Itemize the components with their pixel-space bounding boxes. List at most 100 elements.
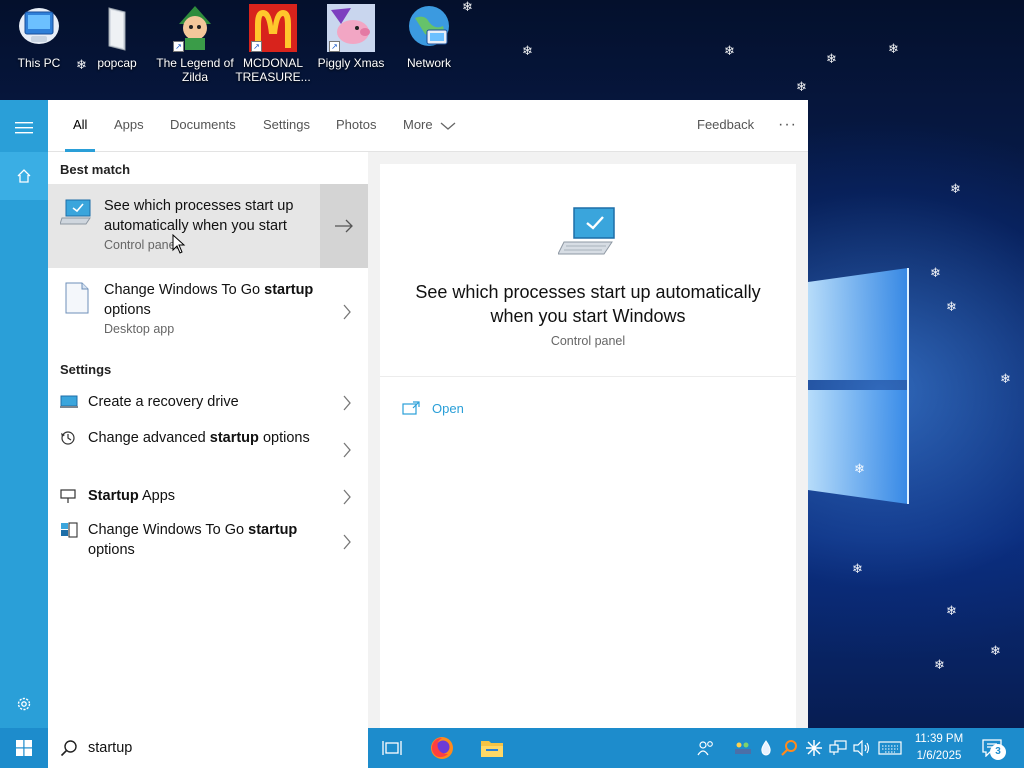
desktop-icon-popcap[interactable]: popcap — [78, 4, 156, 70]
droplet-tray-icon[interactable] — [756, 738, 776, 758]
snowflake: ❄ — [1000, 371, 1011, 386]
setting-windows-to-go-startup[interactable]: Change Windows To Go startup options — [48, 518, 368, 566]
clock-date: 1/6/2025 — [916, 750, 962, 762]
startup-apps-icon — [60, 489, 76, 503]
best-match-result[interactable]: See which processes start up automatical… — [48, 184, 368, 268]
file-explorer-taskbar-button[interactable] — [470, 728, 514, 768]
tab-more-label: More — [403, 117, 433, 132]
result-title-part: options — [104, 302, 151, 318]
people-tray-button[interactable] — [696, 738, 716, 758]
best-match-heading: Best match — [60, 162, 131, 177]
pig-icon: ↗ — [327, 4, 375, 52]
desktop-icon-legend-of-zilda[interactable]: ↗ The Legend of Zilda — [156, 4, 234, 84]
setting-label: Create a recovery drive — [88, 394, 239, 410]
network-users-tray-icon[interactable] — [734, 738, 754, 758]
keyboard-icon — [878, 741, 902, 755]
snowflake: ❄ — [826, 51, 837, 66]
windows-to-go-icon — [61, 522, 78, 538]
tab-apps[interactable]: Apps — [114, 100, 144, 152]
setting-label-highlight: Startup — [88, 488, 139, 504]
search-tool-tray-icon[interactable] — [780, 738, 800, 758]
setting-label-highlight: startup — [248, 522, 298, 538]
task-view-button[interactable] — [370, 728, 414, 768]
shortcut-arrow-icon: ↗ — [173, 41, 184, 52]
network-users-icon — [735, 742, 751, 754]
taskbar-search-box[interactable] — [48, 728, 368, 768]
start-button[interactable] — [0, 728, 48, 768]
open-preview-arrow-button[interactable] — [320, 184, 368, 268]
chevron-right-icon[interactable] — [342, 534, 352, 550]
mouse-cursor-icon — [172, 234, 186, 254]
more-options-button[interactable]: ··· — [778, 100, 797, 152]
document-app-icon — [65, 282, 89, 314]
network-tray-icon[interactable] — [828, 738, 848, 758]
firefox-icon — [431, 737, 453, 759]
snowflake: ❄ — [888, 41, 899, 56]
snowflake-icon — [806, 740, 822, 756]
network-globe-icon — [405, 4, 453, 52]
chevron-right-icon[interactable] — [342, 395, 352, 411]
computer-monitor-icon — [60, 199, 91, 225]
open-window-icon — [402, 401, 420, 415]
feedback-link[interactable]: Feedback — [697, 100, 754, 152]
mcdonalds-logo-icon: ↗ — [249, 4, 297, 52]
setting-label-part: options — [88, 542, 135, 558]
setting-change-advanced-startup[interactable]: Change advanced startup options — [48, 426, 368, 474]
preview-card: See which processes start up automatical… — [380, 164, 796, 728]
hamburger-menu-button[interactable] — [0, 104, 48, 152]
result-preview-pane: See which processes start up automatical… — [368, 152, 808, 728]
snowflake-app-tray-icon[interactable] — [804, 738, 824, 758]
firefox-taskbar-button[interactable] — [420, 728, 464, 768]
search-input[interactable] — [88, 738, 348, 758]
result-title-part: Change Windows To Go — [104, 282, 261, 298]
open-action-button[interactable]: Open — [402, 398, 464, 418]
taskbar-clock[interactable]: 11:39 PM 1/6/2025 — [900, 731, 978, 765]
tab-documents[interactable]: Documents — [170, 100, 236, 152]
desktop-icon-label: Piggly Xmas — [317, 56, 385, 70]
chevron-right-icon[interactable] — [342, 489, 352, 505]
setting-create-recovery-drive[interactable]: Create a recovery drive — [48, 388, 368, 418]
chevron-right-icon[interactable] — [342, 442, 352, 458]
settings-button[interactable] — [0, 680, 48, 728]
clock-time: 11:39 PM — [914, 733, 964, 745]
desktop-icon-label: This PC — [17, 56, 61, 70]
desktop-icon-mcdonal-treasure[interactable]: ↗ MCDONAL TREASURE... — [234, 4, 312, 84]
snowflake: ❄ — [934, 657, 945, 672]
desktop-icon-label: The Legend of Zilda — [156, 56, 234, 84]
volume-tray-icon[interactable] — [852, 738, 872, 758]
task-view-icon — [382, 741, 402, 755]
snowflake: ❄ — [946, 299, 957, 314]
desktop-icon-network[interactable]: Network — [390, 4, 468, 70]
folder-icon — [93, 4, 141, 52]
tab-photos[interactable]: Photos — [336, 100, 376, 152]
computer-icon — [15, 4, 63, 52]
keyboard-tray-icon[interactable] — [878, 738, 902, 758]
setting-startup-apps[interactable]: Startup Apps — [48, 482, 368, 512]
home-button[interactable] — [0, 152, 48, 200]
desktop-icon-label: MCDONAL TREASURE... — [235, 56, 311, 84]
tab-settings[interactable]: Settings — [263, 100, 310, 152]
result-title: See which processes start up automatical… — [104, 198, 294, 234]
snowflake: ❄ — [522, 43, 533, 58]
desktop-icon-this-pc[interactable]: This PC — [0, 4, 78, 70]
desktop-icon-piggly-xmas[interactable]: ↗ Piggly Xmas — [312, 4, 390, 70]
search-icon — [60, 740, 77, 757]
chevron-right-icon[interactable] — [342, 304, 352, 320]
result-windows-to-go-app[interactable]: Change Windows To Go startup options Des… — [48, 276, 368, 348]
snowflake: ❄ — [950, 181, 961, 196]
setting-label-part: Change Windows To Go — [88, 522, 245, 538]
setting-label-part: Apps — [141, 488, 176, 504]
preview-divider — [380, 376, 796, 377]
preview-subtitle: Control panel — [550, 334, 626, 348]
taskbar: 11:39 PM 1/6/2025 — [0, 728, 1024, 768]
computer-monitor-large-icon — [558, 207, 615, 255]
result-subtitle: Desktop app — [104, 322, 175, 336]
people-icon — [697, 741, 713, 756]
tab-more[interactable]: More — [403, 100, 456, 152]
tab-all[interactable]: All — [64, 100, 97, 152]
setting-label-part: options — [262, 430, 310, 446]
open-action-label: Open — [432, 400, 464, 416]
result-title-highlight: startup — [264, 282, 314, 298]
gear-icon — [17, 697, 31, 711]
windows-logo-wallpaper — [808, 268, 909, 504]
